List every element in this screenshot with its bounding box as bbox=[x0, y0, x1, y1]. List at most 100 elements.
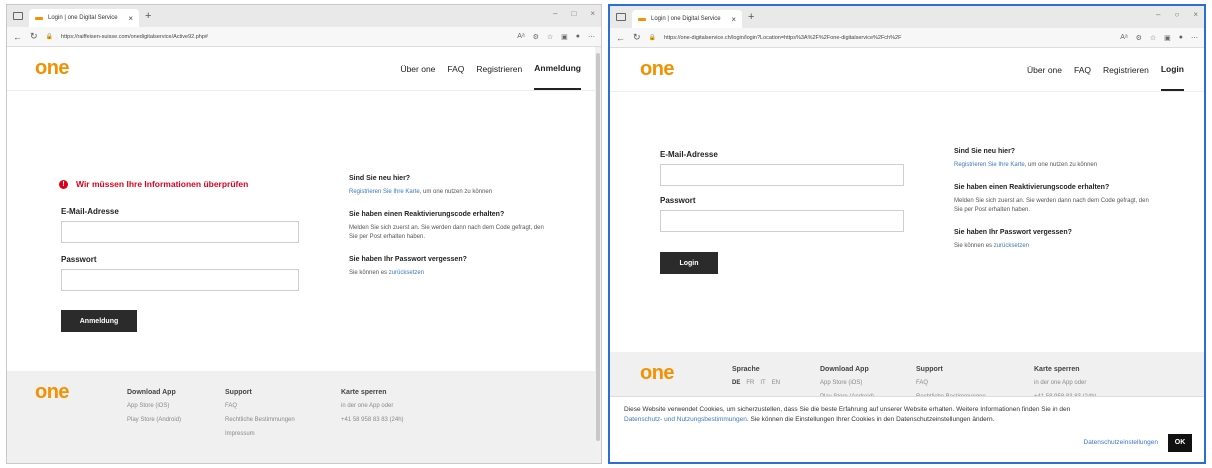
login-content: ! Wir müssen Ihre Informationen überprüf… bbox=[7, 91, 601, 391]
cookie-ok-button[interactable]: OK bbox=[1168, 434, 1192, 452]
url-field[interactable]: https://one-digitalservice.ch/login/logi… bbox=[664, 35, 1112, 41]
scrollbar-thumb[interactable] bbox=[596, 53, 600, 441]
lang-en[interactable]: EN bbox=[772, 380, 780, 386]
email-field[interactable] bbox=[61, 221, 299, 243]
reset-password-link[interactable]: zurücksetzen bbox=[389, 270, 424, 276]
more-icon[interactable]: ⋯ bbox=[1191, 34, 1198, 42]
more-icon[interactable]: ⋯ bbox=[588, 33, 595, 41]
new-tab-button[interactable]: + bbox=[748, 11, 754, 23]
nav-register[interactable]: Registrieren bbox=[476, 64, 522, 74]
footer-support: Support FAQ Rechtliche Bestimmungen Impr… bbox=[225, 389, 295, 445]
password-field[interactable] bbox=[660, 210, 904, 232]
refresh-icon[interactable]: ↻ bbox=[633, 32, 641, 43]
extensions-icon[interactable]: ⚙ bbox=[533, 33, 539, 41]
tab-title: Login | one Digital Service bbox=[48, 15, 118, 21]
maximize-icon[interactable]: ○ bbox=[1174, 10, 1179, 19]
one-logo[interactable]: one bbox=[640, 58, 675, 81]
block-card-text: in der one App oder bbox=[1034, 380, 1087, 386]
maximize-icon[interactable]: □ bbox=[571, 9, 576, 18]
nav-about[interactable]: Über one bbox=[1027, 65, 1062, 75]
login-button[interactable]: Login bbox=[660, 252, 718, 274]
address-bar-row: ← ↻ 🔒 https://raiffeisen-suisse.com/oned… bbox=[7, 27, 601, 47]
top-nav: Über one FAQ Registrieren Login bbox=[1027, 48, 1184, 91]
nav-login[interactable]: Anmeldung bbox=[534, 47, 581, 90]
new-here-heading: Sind Sie neu hier? bbox=[954, 148, 1016, 155]
nav-faq[interactable]: FAQ bbox=[1074, 65, 1091, 75]
footer-heading: Download App bbox=[127, 389, 176, 396]
close-tab-icon[interactable]: × bbox=[128, 14, 133, 23]
register-card-link[interactable]: Registrieren Sie Ihre Karte bbox=[954, 162, 1025, 168]
profile-icon[interactable]: ● bbox=[576, 33, 580, 41]
tab-actions-icon[interactable] bbox=[616, 13, 626, 21]
register-card-link[interactable]: Registrieren Sie Ihre Karte bbox=[349, 189, 420, 195]
email-field[interactable] bbox=[660, 164, 904, 186]
footer-logo[interactable]: one bbox=[35, 381, 70, 404]
cookie-text: Diese Website verwendet Cookies, um sich… bbox=[624, 406, 1071, 413]
lang-it[interactable]: IT bbox=[760, 380, 765, 386]
lang-fr[interactable]: FR bbox=[746, 380, 754, 386]
minimize-icon[interactable]: – bbox=[553, 9, 557, 18]
reactivation-text: Melden Sie sich zuerst an. Sie werden da… bbox=[349, 225, 544, 240]
scrollbar[interactable] bbox=[595, 47, 601, 463]
nav-login[interactable]: Login bbox=[1160, 48, 1184, 91]
app-store-link[interactable]: App Store (iOS) bbox=[820, 380, 874, 386]
nav-about[interactable]: Über one bbox=[400, 64, 435, 74]
favorites-icon[interactable]: ☆ bbox=[1150, 34, 1156, 42]
new-here-text: Registrieren Sie Ihre Karte, um one nutz… bbox=[954, 162, 1098, 168]
favorites-icon[interactable]: ☆ bbox=[547, 33, 553, 41]
browser-window-genuine: Login | one Digital Service × + – ○ × ← … bbox=[608, 4, 1206, 464]
footer-heading: Download App bbox=[820, 366, 869, 373]
footer-block-card: Karte sperren in der one App oder +41 58… bbox=[341, 389, 404, 431]
privacy-terms-link[interactable]: Datenschutz- und Nutzungsbestimmungen bbox=[624, 416, 747, 423]
desktop: Login | one Digital Service × + – □ × ← … bbox=[0, 0, 1212, 468]
reset-password-link[interactable]: zurücksetzen bbox=[994, 243, 1029, 249]
reactivation-heading: Sie haben einen Reaktivierungscode erhal… bbox=[954, 184, 1110, 191]
favicon-icon bbox=[638, 17, 646, 21]
tab-strip: Login | one Digital Service × + – □ × bbox=[7, 5, 601, 27]
tab-actions-icon[interactable] bbox=[13, 12, 23, 20]
browser-tab[interactable]: Login | one Digital Service × bbox=[29, 9, 139, 27]
close-tab-icon[interactable]: × bbox=[731, 15, 736, 24]
site-footer: one Download App App Store (iOS) Play St… bbox=[7, 371, 601, 463]
footer-language: Sprache DE FR IT EN bbox=[732, 366, 780, 394]
privacy-settings-link[interactable]: Datenschutzeinstellungen bbox=[1084, 438, 1158, 448]
block-card-text: in der one App oder bbox=[341, 403, 394, 409]
lang-de[interactable]: DE bbox=[732, 380, 740, 386]
collections-icon[interactable]: ▣ bbox=[1164, 34, 1171, 42]
extensions-icon[interactable]: ⚙ bbox=[1136, 34, 1142, 42]
window-controls: – ○ × bbox=[1156, 10, 1198, 19]
legal-link[interactable]: Rechtliche Bestimmungen bbox=[225, 417, 295, 423]
footer-logo[interactable]: one bbox=[640, 362, 675, 385]
back-icon[interactable]: ← bbox=[13, 32, 22, 42]
favicon-icon bbox=[35, 16, 43, 20]
new-here-text: Registrieren Sie Ihre Karte, um one nutz… bbox=[349, 189, 493, 195]
nav-faq[interactable]: FAQ bbox=[447, 64, 464, 74]
password-field[interactable] bbox=[61, 269, 299, 291]
back-icon[interactable]: ← bbox=[616, 33, 625, 43]
collections-icon[interactable]: ▣ bbox=[561, 33, 568, 41]
one-logo[interactable]: one bbox=[35, 57, 70, 80]
faq-link[interactable]: FAQ bbox=[225, 403, 295, 409]
refresh-icon[interactable]: ↻ bbox=[30, 31, 38, 42]
faq-link[interactable]: FAQ bbox=[916, 380, 986, 386]
imprint-link[interactable]: Impressum bbox=[225, 431, 295, 437]
nav-register[interactable]: Registrieren bbox=[1103, 65, 1149, 75]
login-button[interactable]: Anmeldung bbox=[61, 310, 137, 332]
language-heading: Sprache bbox=[732, 366, 760, 373]
close-window-icon[interactable]: × bbox=[1193, 10, 1198, 19]
app-store-link[interactable]: App Store (iOS) bbox=[127, 403, 181, 409]
browser-window-phishing: Login | one Digital Service × + – □ × ← … bbox=[6, 4, 602, 464]
play-store-link[interactable]: Play Store (Android) bbox=[127, 417, 181, 423]
site-header: one Über one FAQ Registrieren Anmeldung bbox=[7, 47, 601, 91]
close-window-icon[interactable]: × bbox=[590, 9, 595, 18]
new-tab-button[interactable]: + bbox=[145, 10, 151, 22]
url-field[interactable]: https://raiffeisen-suisse.com/onedigital… bbox=[61, 34, 509, 40]
read-aloud-icon[interactable]: Aᵃ bbox=[1120, 34, 1127, 42]
browser-tab[interactable]: Login | one Digital Service × bbox=[632, 10, 742, 28]
password-label: Passwort bbox=[660, 196, 696, 205]
profile-icon[interactable]: ● bbox=[1179, 34, 1183, 42]
minimize-icon[interactable]: – bbox=[1156, 10, 1160, 19]
reactivation-text: Melden Sie sich zuerst an. Sie werden da… bbox=[954, 198, 1149, 213]
read-aloud-icon[interactable]: Aᵃ bbox=[517, 33, 524, 41]
lock-icon: 🔒 bbox=[648, 35, 657, 41]
